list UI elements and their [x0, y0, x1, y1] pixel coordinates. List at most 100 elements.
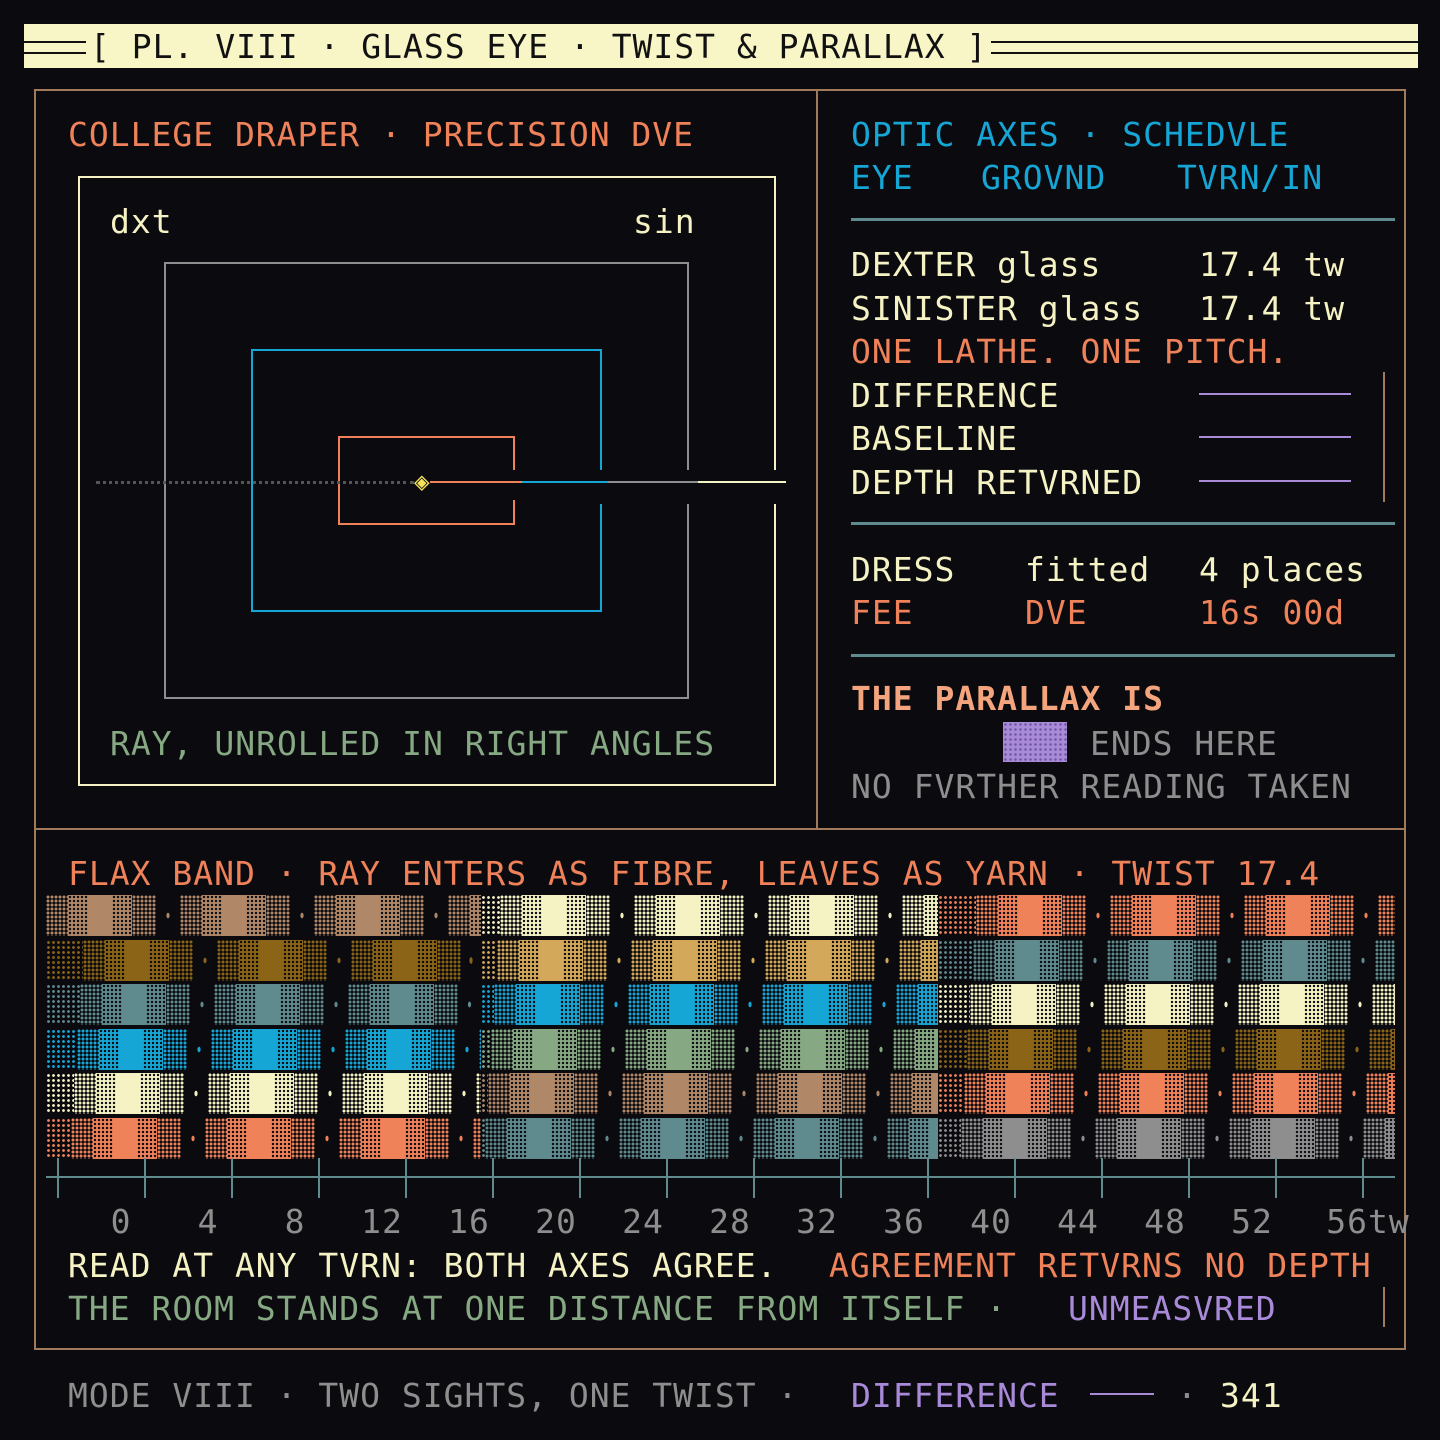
diagram-caption: RAY, UNROLLED IN RIGHT ANGLES: [110, 724, 716, 763]
page-title: [ PL. VIII · GLASS EYE · TWIST & PARALLA…: [90, 26, 988, 66]
band-fibre: [986, 1073, 1006, 1114]
band-fibre: [488, 1073, 510, 1114]
band-fibre: [1126, 984, 1146, 1025]
axis-label: 40: [970, 1202, 1012, 1241]
band-fibre: [912, 1073, 932, 1114]
band-fibre: [1047, 1117, 1071, 1159]
parallax-note: NO FVRTHER READING TAKEN: [851, 767, 1352, 806]
band-fibre: [77, 1028, 99, 1070]
band-fibre: [921, 939, 938, 981]
band-fibre: [1266, 895, 1286, 936]
axis-label: 52: [1231, 1202, 1273, 1241]
ray-segment-cream: [698, 481, 786, 483]
band-row: [46, 1117, 1395, 1159]
band-fibre: [574, 1073, 598, 1114]
footer-mode: MODE VIII · TWO SIGHTS, ONE TWIST ·: [68, 1376, 799, 1415]
band-fibre: [93, 1117, 113, 1159]
band-fibre: [99, 1028, 119, 1070]
band-fibre: [46, 895, 68, 936]
dress-places: 4 places: [1199, 550, 1366, 589]
band-fibre: [1120, 1073, 1140, 1114]
col-eye: EYE: [851, 158, 914, 197]
band-fibre: [507, 1117, 527, 1159]
band-fibre: [1220, 895, 1244, 936]
band-fibre: [314, 895, 336, 936]
band-fibre: [1080, 984, 1104, 1025]
axis-tick: [405, 1158, 407, 1198]
band-fibre: [1301, 1028, 1321, 1070]
axis-label: 44: [1057, 1202, 1099, 1241]
parallax-heading: THE PARALLAX IS: [851, 679, 1165, 718]
band-fibre: [230, 1073, 250, 1114]
title-bar: [ PL. VIII · GLASS EYE · TWIST & PARALLA…: [24, 24, 1418, 68]
band-fibre: [798, 1073, 822, 1114]
axis-label: 12: [361, 1202, 403, 1241]
band-fibre: [1283, 939, 1307, 981]
band-fibre: [1229, 1117, 1251, 1159]
band-fibre: [303, 939, 327, 981]
band-fibre: [370, 984, 390, 1025]
band-fibre: [586, 895, 610, 936]
band-fibre: [424, 895, 448, 936]
band-fibre: [1062, 895, 1086, 936]
band-fibre: [271, 1117, 291, 1159]
axis-tick: [57, 1158, 59, 1198]
band-fibre: [902, 895, 924, 936]
band-fibre: [146, 984, 166, 1025]
band-fibre: [522, 895, 542, 936]
band-fibre: [71, 1117, 93, 1159]
band-fibre: [784, 984, 804, 1025]
band-fibre: [938, 1117, 961, 1159]
band-fibre: [1152, 895, 1176, 936]
ray-segment-grey: [608, 481, 698, 483]
band-fibre: [1372, 984, 1394, 1025]
band-fibre: [819, 1117, 839, 1159]
band-fibre: [481, 984, 494, 1025]
band-fibre: [1018, 895, 1042, 936]
band-fibre: [1095, 1117, 1117, 1159]
band-fibre: [1310, 895, 1330, 936]
band-fibre: [431, 1028, 455, 1070]
band-fibre: [983, 1117, 1003, 1159]
axis-tick: [1275, 1158, 1277, 1198]
band-fibre: [899, 939, 921, 981]
band-fibre: [1176, 895, 1196, 936]
band-fibre: [685, 1117, 705, 1159]
band-fibre: [967, 1028, 989, 1070]
band-fibre: [1241, 939, 1263, 981]
band-line1-b: AGREEMENT RETVRNS NO DEPTH: [829, 1246, 1372, 1285]
band-fibre: [500, 895, 522, 936]
band-fibre: [1129, 939, 1149, 981]
footer-sep: ·: [1177, 1376, 1198, 1415]
band-fibre: [976, 895, 998, 936]
band-fibre: [294, 1073, 318, 1114]
band-fibre: [181, 1117, 205, 1159]
band-fibre: [778, 1073, 798, 1114]
band-fibre: [105, 939, 125, 981]
band-fibre: [1211, 1028, 1235, 1070]
blank-baseline: BASELINE: [851, 419, 1018, 458]
band-fibre: [157, 1117, 181, 1159]
band-fibre: [762, 984, 784, 1025]
band-fibre: [113, 1117, 137, 1159]
band-fibre: [711, 1028, 735, 1070]
band-fibre: [342, 1073, 364, 1114]
band-fibre: [1149, 939, 1173, 981]
band-fibre: [1190, 984, 1214, 1025]
axis-label: 28: [709, 1202, 751, 1241]
band-fibre: [160, 1073, 184, 1114]
band-fibre: [1251, 1117, 1271, 1159]
band-fibre: [1321, 1028, 1345, 1070]
band-fibre: [384, 1073, 408, 1114]
band-fibre: [481, 895, 500, 936]
band-fibre: [318, 1073, 342, 1114]
band-fibre: [795, 1117, 819, 1159]
axis-label: 36: [883, 1202, 925, 1241]
band-fibre: [1006, 1073, 1030, 1114]
label-sinister: sin: [633, 202, 696, 241]
axis-tick: [1362, 1158, 1364, 1198]
band-fibre: [1107, 939, 1129, 981]
band-fibre: [667, 1028, 691, 1070]
band-fibre: [1214, 984, 1238, 1025]
band-fibre: [46, 1028, 77, 1070]
